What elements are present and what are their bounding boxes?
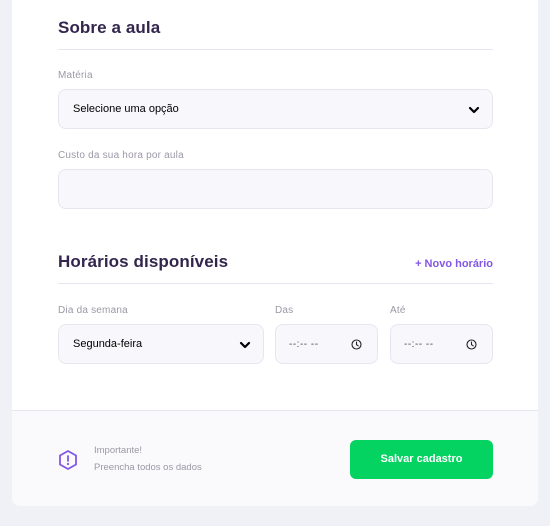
from-time-value: --:-- -- [289,339,319,350]
to-label: Até [390,305,406,316]
weekday-label: Dia da semana [58,305,128,316]
warning-title: Importante! [94,445,143,456]
cost-label: Custo da sua hora por aula [58,150,184,161]
to-time-value: --:-- -- [404,339,434,350]
schedule-legend: Horários disponíveis + Novo horário [58,234,493,284]
about-fieldset: Sobre a aula Matéria Selecione uma opção… [58,0,493,220]
save-button[interactable]: Salvar cadastro [350,440,493,479]
schedule-fieldset: Horários disponíveis + Novo horário Dia … [58,234,493,374]
clock-icon[interactable] [466,339,477,350]
form-footer: Importante! Preencha todos os dados Salv… [12,410,538,506]
from-label: Das [275,305,294,316]
to-time-input[interactable]: --:-- -- [390,324,493,364]
about-legend: Sobre a aula [58,0,493,50]
about-title: Sobre a aula [58,18,161,37]
schedule-title: Horários disponíveis [58,252,229,271]
weekday-select[interactable]: Segunda-feira [58,324,264,364]
form-card: Sobre a aula Matéria Selecione uma opção… [12,0,538,506]
clock-icon[interactable] [351,339,362,350]
chevron-down-icon [239,341,251,349]
warning-text: Preencha todos os dados [94,462,202,473]
subject-select[interactable]: Selecione uma opção [58,89,493,129]
chevron-down-icon [468,106,480,114]
from-time-input[interactable]: --:-- -- [275,324,378,364]
weekday-select-value: Segunda-feira [73,338,143,350]
subject-label: Matéria [58,70,93,81]
cost-input[interactable] [58,169,493,209]
new-slot-button[interactable]: + Novo horário [415,258,493,270]
subject-select-value: Selecione uma opção [73,103,179,115]
warning-icon [59,450,77,470]
